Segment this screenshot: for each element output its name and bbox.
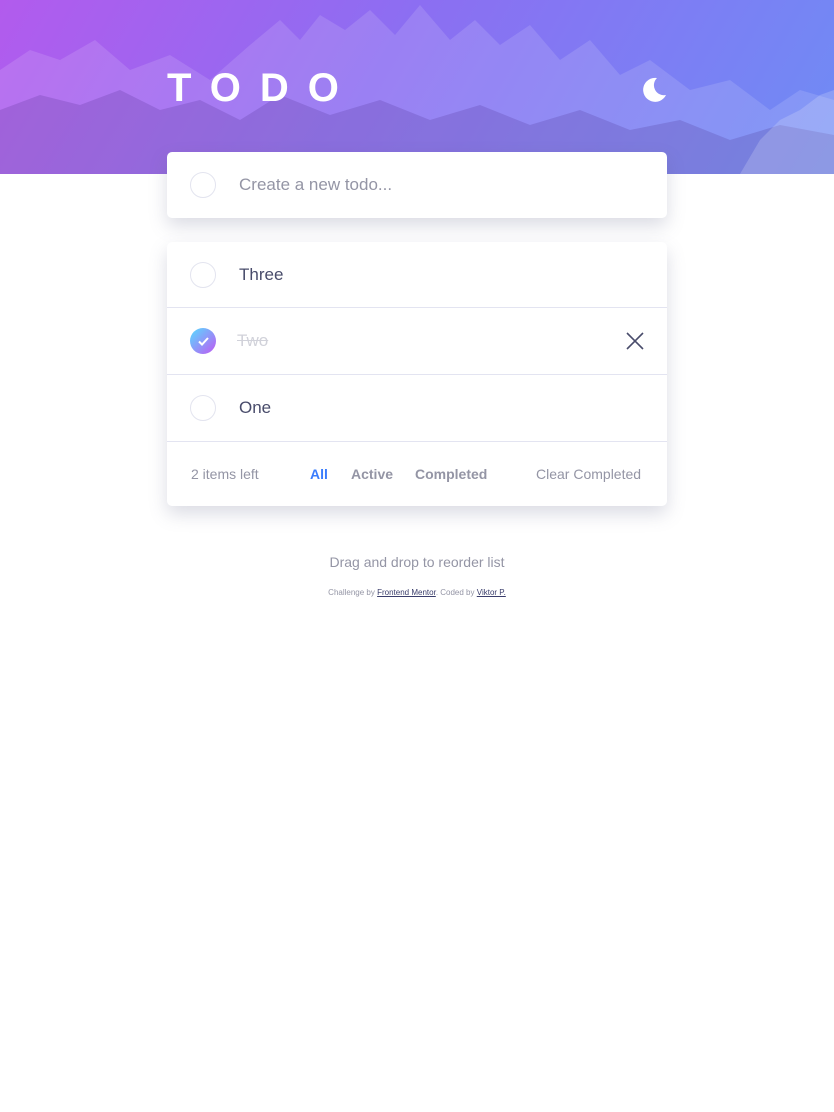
header-background: TODO [0,0,834,174]
todo-label: Two [237,331,269,350]
todo-item[interactable]: Two [167,308,667,375]
filter-completed[interactable]: Completed [415,466,487,482]
todo-label: One [239,398,272,417]
todo-item[interactable]: One [167,375,667,442]
filter-active[interactable]: Active [351,466,393,482]
attribution-challenge-prefix: Challenge by [328,588,375,597]
clear-completed-button[interactable]: Clear Completed [536,466,641,482]
author-link[interactable]: Viktor P. [477,588,506,597]
todo-check[interactable] [190,395,216,421]
close-icon[interactable] [625,331,645,351]
moon-icon[interactable] [640,76,668,104]
app-title: TODO [167,66,358,110]
frontend-mentor-link[interactable]: Frontend Mentor [377,588,436,597]
attribution-coded-prefix: . Coded by [435,588,475,597]
checkmark-icon [197,336,209,346]
items-left-count: 2 items left [191,466,259,482]
todo-label: Three [239,264,284,284]
attribution: Challenge by Frontend Mentor. Coded by V… [0,588,834,597]
new-todo-input[interactable] [239,152,639,218]
new-todo-check[interactable] [190,172,216,198]
mountains-image [0,5,834,174]
todo-check-completed[interactable] [190,328,216,354]
filter-all[interactable]: All [310,466,328,482]
new-todo-card [167,152,667,218]
list-footer: 2 items left All Active Completed Clear … [167,442,667,506]
todo-check[interactable] [190,261,216,288]
todo-list: Three Two One 2 items left All Active Co… [167,242,667,506]
todo-item[interactable]: Three [167,242,667,308]
drag-drop-hint: Drag and drop to reorder list [329,554,505,570]
